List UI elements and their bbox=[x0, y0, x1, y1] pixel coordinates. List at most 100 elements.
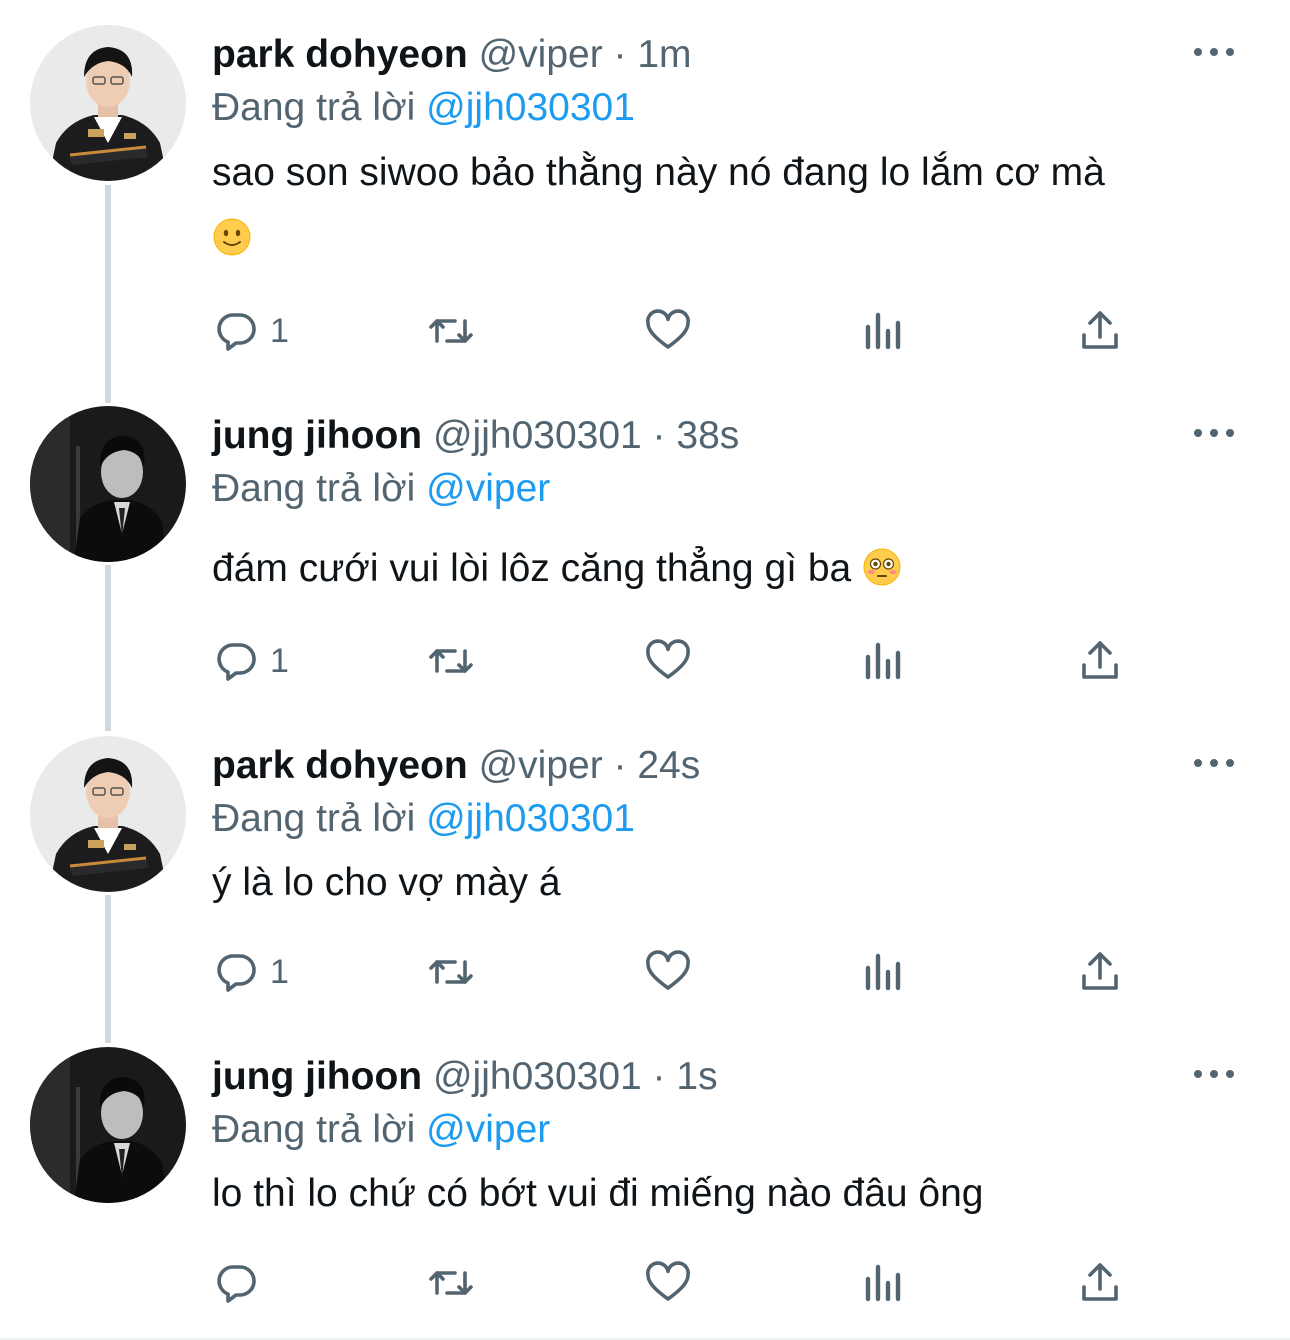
author-name[interactable]: jung jihoon bbox=[212, 1055, 422, 1098]
tweet[interactable]: park dohyeon @viper · 24s Đang trả lời @… bbox=[0, 736, 1290, 1026]
avatar-image-viper bbox=[30, 25, 186, 181]
author-name[interactable]: park dohyeon bbox=[212, 744, 468, 787]
replying-to: Đang trả lời @jjh030301 bbox=[212, 794, 635, 844]
timestamp[interactable]: 1m bbox=[637, 33, 691, 76]
reply-button[interactable] bbox=[212, 1258, 270, 1308]
retweet-button[interactable] bbox=[427, 636, 475, 686]
tweet-header: park dohyeon @viper · 24s bbox=[212, 741, 1200, 791]
share-button[interactable] bbox=[1076, 306, 1124, 356]
tweet[interactable]: jung jihoon @jjh030301 · 38s Đang trả lờ… bbox=[0, 406, 1290, 706]
share-button[interactable] bbox=[1076, 636, 1124, 686]
like-button[interactable] bbox=[644, 636, 692, 686]
mention-link[interactable]: @jjh030301 bbox=[426, 797, 635, 840]
bar-chart-icon bbox=[865, 312, 901, 350]
flushed-face-emoji bbox=[862, 547, 902, 587]
author-name[interactable]: jung jihoon bbox=[212, 414, 422, 457]
timestamp[interactable]: 38s bbox=[676, 414, 739, 457]
share-button[interactable] bbox=[1076, 1258, 1124, 1308]
tweet-text-content: ý là lo cho vợ mày á bbox=[212, 861, 561, 904]
separator: · bbox=[602, 33, 638, 76]
tweet-actions bbox=[212, 1258, 1132, 1308]
more-dots-icon[interactable] bbox=[1194, 45, 1234, 59]
tweet-text: lo thì lo chứ có bớt vui đi miếng nào đâ… bbox=[212, 1161, 1252, 1227]
tweet[interactable]: park dohyeon @viper · 1m Đang trả lời @j… bbox=[0, 25, 1290, 365]
avatar-image-viper bbox=[30, 736, 186, 892]
reply-count: 1 bbox=[270, 952, 289, 991]
tweet-actions: 1 bbox=[212, 636, 1132, 686]
replying-prefix: Đang trả lời bbox=[212, 86, 427, 129]
tweet-text: ý là lo cho vợ mày á bbox=[212, 850, 1252, 916]
tweet-header: park dohyeon @viper · 1m bbox=[212, 30, 1200, 80]
author-handle[interactable]: @viper bbox=[479, 33, 603, 76]
slightly-smiling-face-emoji bbox=[212, 217, 252, 257]
share-button[interactable] bbox=[1076, 947, 1124, 997]
speech-bubble-icon bbox=[217, 1265, 256, 1303]
tweet-text: sao son siwoo bảo thằng này nó đang lo l… bbox=[212, 140, 1252, 272]
tweet-actions: 1 bbox=[212, 947, 1132, 997]
avatar[interactable] bbox=[30, 1047, 186, 1203]
avatar[interactable] bbox=[30, 25, 186, 181]
avatar[interactable] bbox=[30, 406, 186, 562]
replying-prefix: Đang trả lời bbox=[212, 1108, 427, 1151]
retweet-button[interactable] bbox=[427, 306, 475, 356]
views-button[interactable] bbox=[860, 947, 908, 997]
like-button[interactable] bbox=[644, 1258, 692, 1308]
retweet-button[interactable] bbox=[427, 1258, 475, 1308]
author-name[interactable]: park dohyeon bbox=[212, 33, 468, 76]
share-upload-icon bbox=[1082, 311, 1118, 349]
mention-link[interactable]: @viper bbox=[426, 1108, 550, 1151]
author-handle[interactable]: @jjh030301 bbox=[433, 1055, 642, 1098]
timestamp[interactable]: 24s bbox=[637, 744, 700, 787]
tweet-text-content: sao son siwoo bảo thằng này nó đang lo l… bbox=[212, 151, 1105, 194]
replying-prefix: Đang trả lời bbox=[212, 467, 427, 510]
heart-icon bbox=[646, 639, 690, 679]
avatar[interactable] bbox=[30, 736, 186, 892]
replying-prefix: Đang trả lời bbox=[212, 797, 427, 840]
retweet-arrows-icon bbox=[429, 649, 473, 673]
views-button[interactable] bbox=[860, 636, 908, 686]
reply-button[interactable]: 1 bbox=[212, 947, 289, 997]
reply-count: 1 bbox=[270, 311, 289, 350]
views-button[interactable] bbox=[860, 1258, 908, 1308]
speech-bubble-icon bbox=[217, 643, 256, 681]
like-button[interactable] bbox=[644, 306, 692, 356]
tweet-text-content: đám cưới vui lòi lôz căng thẳng gì ba bbox=[212, 547, 852, 590]
author-handle[interactable]: @viper bbox=[479, 744, 603, 787]
bar-chart-icon bbox=[865, 1264, 901, 1302]
mention-link[interactable]: @jjh030301 bbox=[426, 86, 635, 129]
retweet-button[interactable] bbox=[427, 947, 475, 997]
retweet-arrows-icon bbox=[429, 1271, 473, 1295]
avatar-image-jjh030301 bbox=[30, 406, 186, 562]
avatar-image-jjh030301 bbox=[30, 1047, 186, 1203]
replying-to: Đang trả lời @viper bbox=[212, 1105, 550, 1155]
speech-bubble-icon bbox=[217, 954, 256, 992]
more-dots-icon[interactable] bbox=[1194, 1067, 1234, 1081]
bar-chart-icon bbox=[865, 953, 901, 991]
replying-to: Đang trả lời @viper bbox=[212, 464, 550, 514]
tweet-actions: 1 bbox=[212, 306, 1132, 356]
tweet[interactable]: jung jihoon @jjh030301 · 1s Đang trả lời… bbox=[0, 1047, 1290, 1338]
like-button[interactable] bbox=[644, 947, 692, 997]
reply-button[interactable]: 1 bbox=[212, 306, 289, 356]
reply-button[interactable]: 1 bbox=[212, 636, 289, 686]
separator: · bbox=[641, 1055, 677, 1098]
tweet-header: jung jihoon @jjh030301 · 38s bbox=[212, 411, 1200, 461]
separator: · bbox=[641, 414, 677, 457]
more-dots-icon[interactable] bbox=[1194, 756, 1234, 770]
more-dots-icon[interactable] bbox=[1194, 426, 1234, 440]
bar-chart-icon bbox=[865, 642, 901, 680]
tweet-text-content: lo thì lo chứ có bớt vui đi miếng nào đâ… bbox=[212, 1172, 984, 1215]
share-upload-icon bbox=[1082, 641, 1118, 679]
heart-icon bbox=[646, 950, 690, 990]
tweet-header: jung jihoon @jjh030301 · 1s bbox=[212, 1052, 1200, 1102]
retweet-arrows-icon bbox=[429, 960, 473, 984]
speech-bubble-icon bbox=[217, 313, 256, 351]
views-button[interactable] bbox=[860, 306, 908, 356]
separator: · bbox=[602, 744, 638, 787]
timestamp[interactable]: 1s bbox=[676, 1055, 717, 1098]
tweet-text: đám cưới vui lòi lôz căng thẳng gì ba bbox=[212, 536, 1252, 602]
mention-link[interactable]: @viper bbox=[426, 467, 550, 510]
heart-icon bbox=[646, 1261, 690, 1301]
author-handle[interactable]: @jjh030301 bbox=[433, 414, 642, 457]
reply-count: 1 bbox=[270, 641, 289, 680]
